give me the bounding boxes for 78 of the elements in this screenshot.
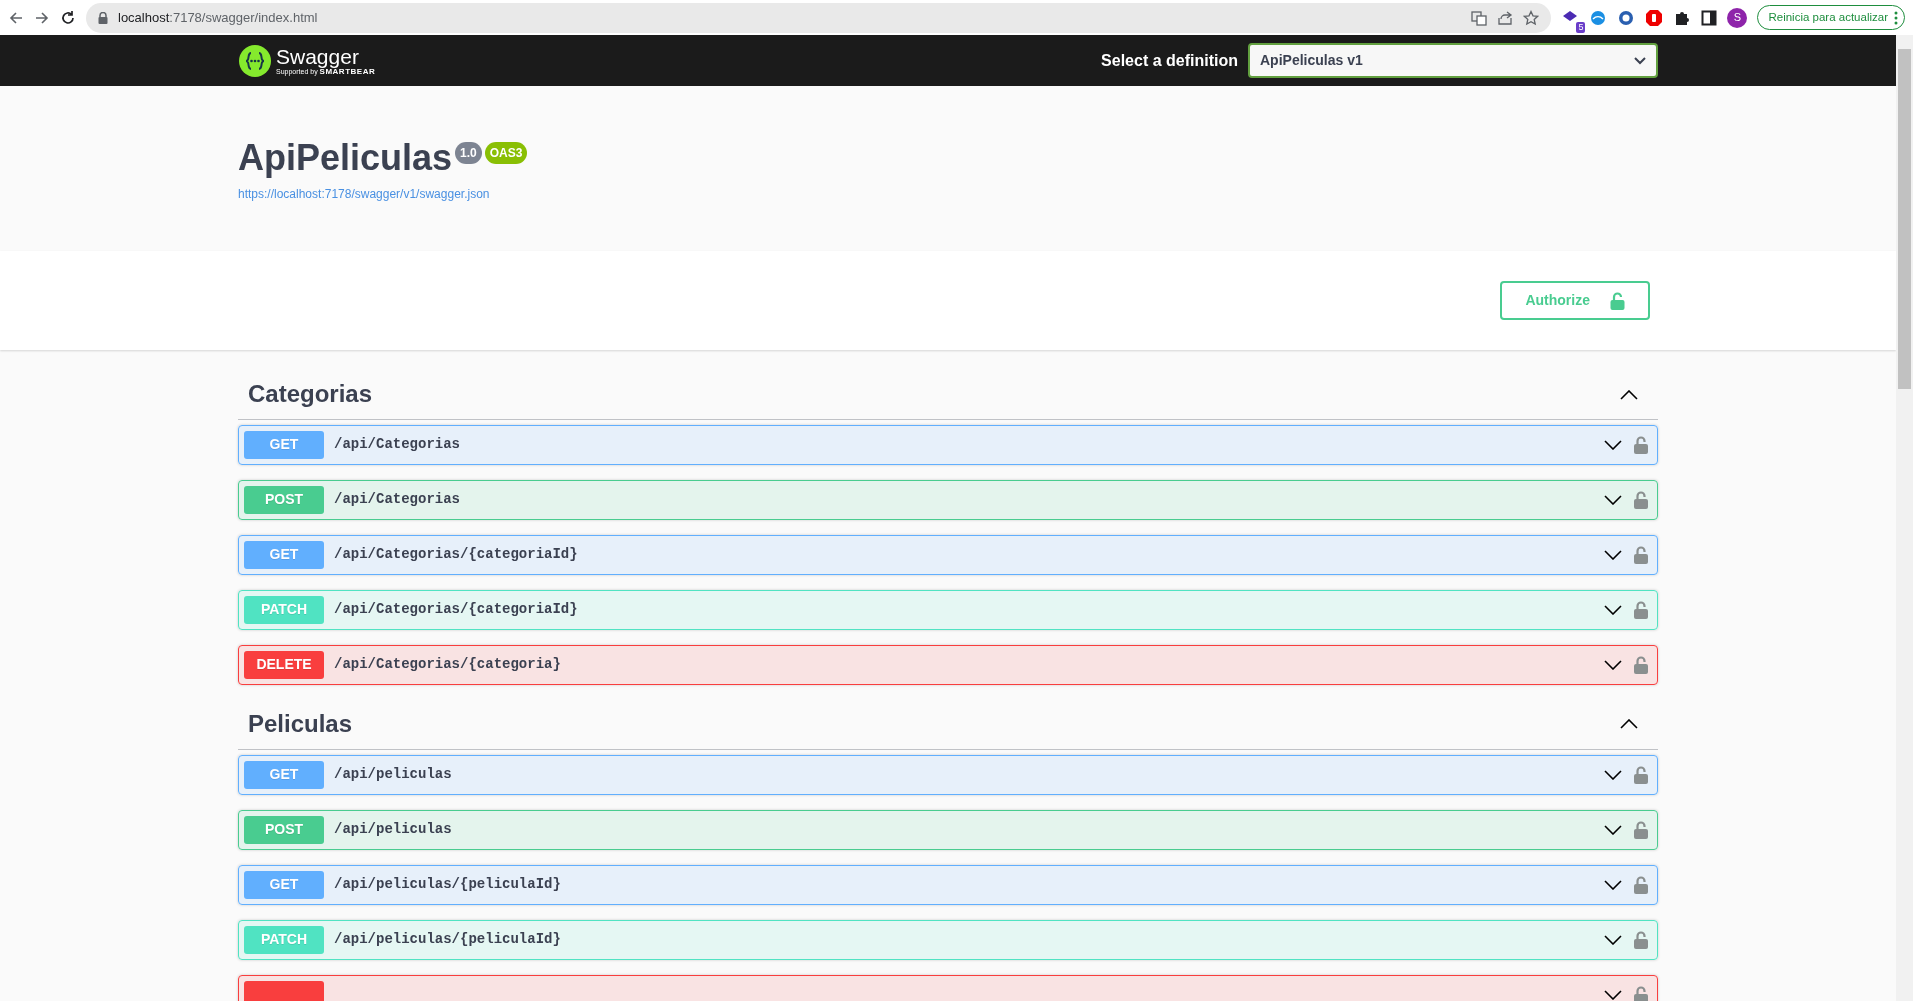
version-badge: 1.0 [455, 142, 482, 164]
endpoint-row[interactable]: PATCH /api/peliculas/{peliculaId} [238, 919, 1658, 960]
unlocked-padlock-icon[interactable] [1634, 436, 1648, 454]
unlocked-padlock-icon[interactable] [1634, 546, 1648, 564]
endpoint-row[interactable]: GET /api/peliculas [238, 754, 1658, 795]
method-label: GET [244, 760, 324, 789]
method-label: GET [244, 541, 324, 569]
endpoint-path: /api/peliculas/{peliculaId} [333, 930, 562, 950]
url-text: localhost:7178/swagger/index.html [118, 8, 318, 27]
profile-avatar[interactable]: S [1727, 7, 1748, 28]
endpoint-path: /api/Categorias/{categoriaId} [333, 545, 579, 565]
method-label: PATCH [244, 925, 324, 954]
endpoint-path: /api/peliculas/{peliculaId} [333, 875, 562, 895]
method-label: POST [244, 815, 324, 844]
reload-icon[interactable] [60, 9, 76, 26]
endpoint-path: /api/Categorias [333, 435, 462, 455]
endpoint-path: /api/peliculas [333, 765, 453, 785]
unlocked-padlock-icon[interactable] [1634, 656, 1648, 674]
address-bar[interactable]: localhost:7178/swagger/index.html [86, 2, 1552, 33]
method-label: DELETE [244, 651, 324, 679]
chevron-down-icon [1604, 989, 1622, 1000]
unlocked-padlock-icon [1610, 291, 1625, 310]
extension-badge: 5 [1576, 21, 1586, 33]
definition-select[interactable]: ApiPeliculas v1 [1248, 43, 1658, 78]
endpoint-path: /api/Categorias/{categoriaId} [333, 600, 579, 620]
chevron-down-icon [1604, 550, 1622, 560]
endpoint-row[interactable]: GET /api/Categorias/{categoriaId} [238, 535, 1658, 575]
definition-label: Select a definition [1101, 50, 1238, 71]
unlocked-padlock-icon[interactable] [1634, 820, 1648, 839]
unlocked-padlock-icon[interactable] [1634, 875, 1648, 894]
unlocked-padlock-icon[interactable] [1634, 601, 1648, 619]
endpoint-row[interactable]: DELETE /api/Categorias/{categoria} [238, 645, 1658, 685]
section-header[interactable]: Categorias [238, 370, 1658, 420]
endpoint-row[interactable]: GET /api/peliculas/{peliculaId} [238, 864, 1658, 905]
method-label: POST [244, 486, 324, 514]
endpoint-row[interactable]: GET /api/Categorias [238, 425, 1658, 465]
section-header[interactable]: Peliculas [238, 700, 1658, 750]
chevron-down-icon [1604, 605, 1622, 615]
unlocked-padlock-icon[interactable] [1634, 765, 1648, 784]
endpoint-row[interactable]: POST /api/Categorias [238, 480, 1658, 520]
unlocked-padlock-icon[interactable] [1634, 985, 1648, 1001]
chevron-down-icon [1604, 495, 1622, 505]
method-label: PATCH [244, 596, 324, 624]
oas-badge: OAS3 [484, 142, 528, 164]
chevron-down-icon [1604, 879, 1622, 890]
endpoint-row[interactable]: POST /api/peliculas [238, 809, 1658, 850]
swagger-logo-icon[interactable] [238, 43, 272, 78]
side-panel-icon[interactable] [1701, 9, 1718, 26]
api-title: ApiPeliculas [238, 137, 453, 178]
star-icon[interactable] [1523, 9, 1540, 26]
scrollbar-thumb[interactable] [1898, 49, 1911, 389]
translate-icon[interactable] [1471, 9, 1488, 26]
forward-arrow-icon[interactable] [34, 9, 50, 26]
update-button[interactable]: Reinicia para actualizar [1757, 4, 1905, 31]
share-icon[interactable] [1497, 9, 1514, 26]
chevron-down-icon [1604, 660, 1622, 670]
chevron-up-icon [1620, 719, 1638, 730]
back-arrow-icon[interactable] [8, 9, 24, 26]
chevron-down-icon [1604, 934, 1622, 945]
stop-hand-icon[interactable] [1645, 8, 1664, 27]
unlocked-padlock-icon[interactable] [1634, 491, 1648, 509]
endpoint-path: /api/peliculas [333, 820, 453, 840]
method-label: GET [244, 870, 324, 899]
chevron-down-icon [1604, 440, 1622, 450]
scrollbar[interactable] [1896, 35, 1913, 1001]
extension-icon[interactable] [1617, 8, 1636, 27]
endpoint-path: /api/Categorias/{categoria} [333, 655, 562, 675]
endpoint-row[interactable]: PATCH /api/Categorias/{categoriaId} [238, 590, 1658, 630]
unlocked-padlock-icon[interactable] [1634, 930, 1648, 949]
chevron-down-icon [1604, 769, 1622, 780]
chevron-down-icon [1634, 56, 1646, 65]
chevron-down-icon [1604, 824, 1622, 835]
brand-name: Swagger [276, 45, 360, 68]
method-label: GET [244, 431, 324, 459]
padlock-icon [98, 11, 108, 24]
endpoint-path: /api/Categorias [333, 490, 462, 510]
more-options-icon [1894, 10, 1898, 25]
chevron-up-icon [1620, 389, 1638, 400]
